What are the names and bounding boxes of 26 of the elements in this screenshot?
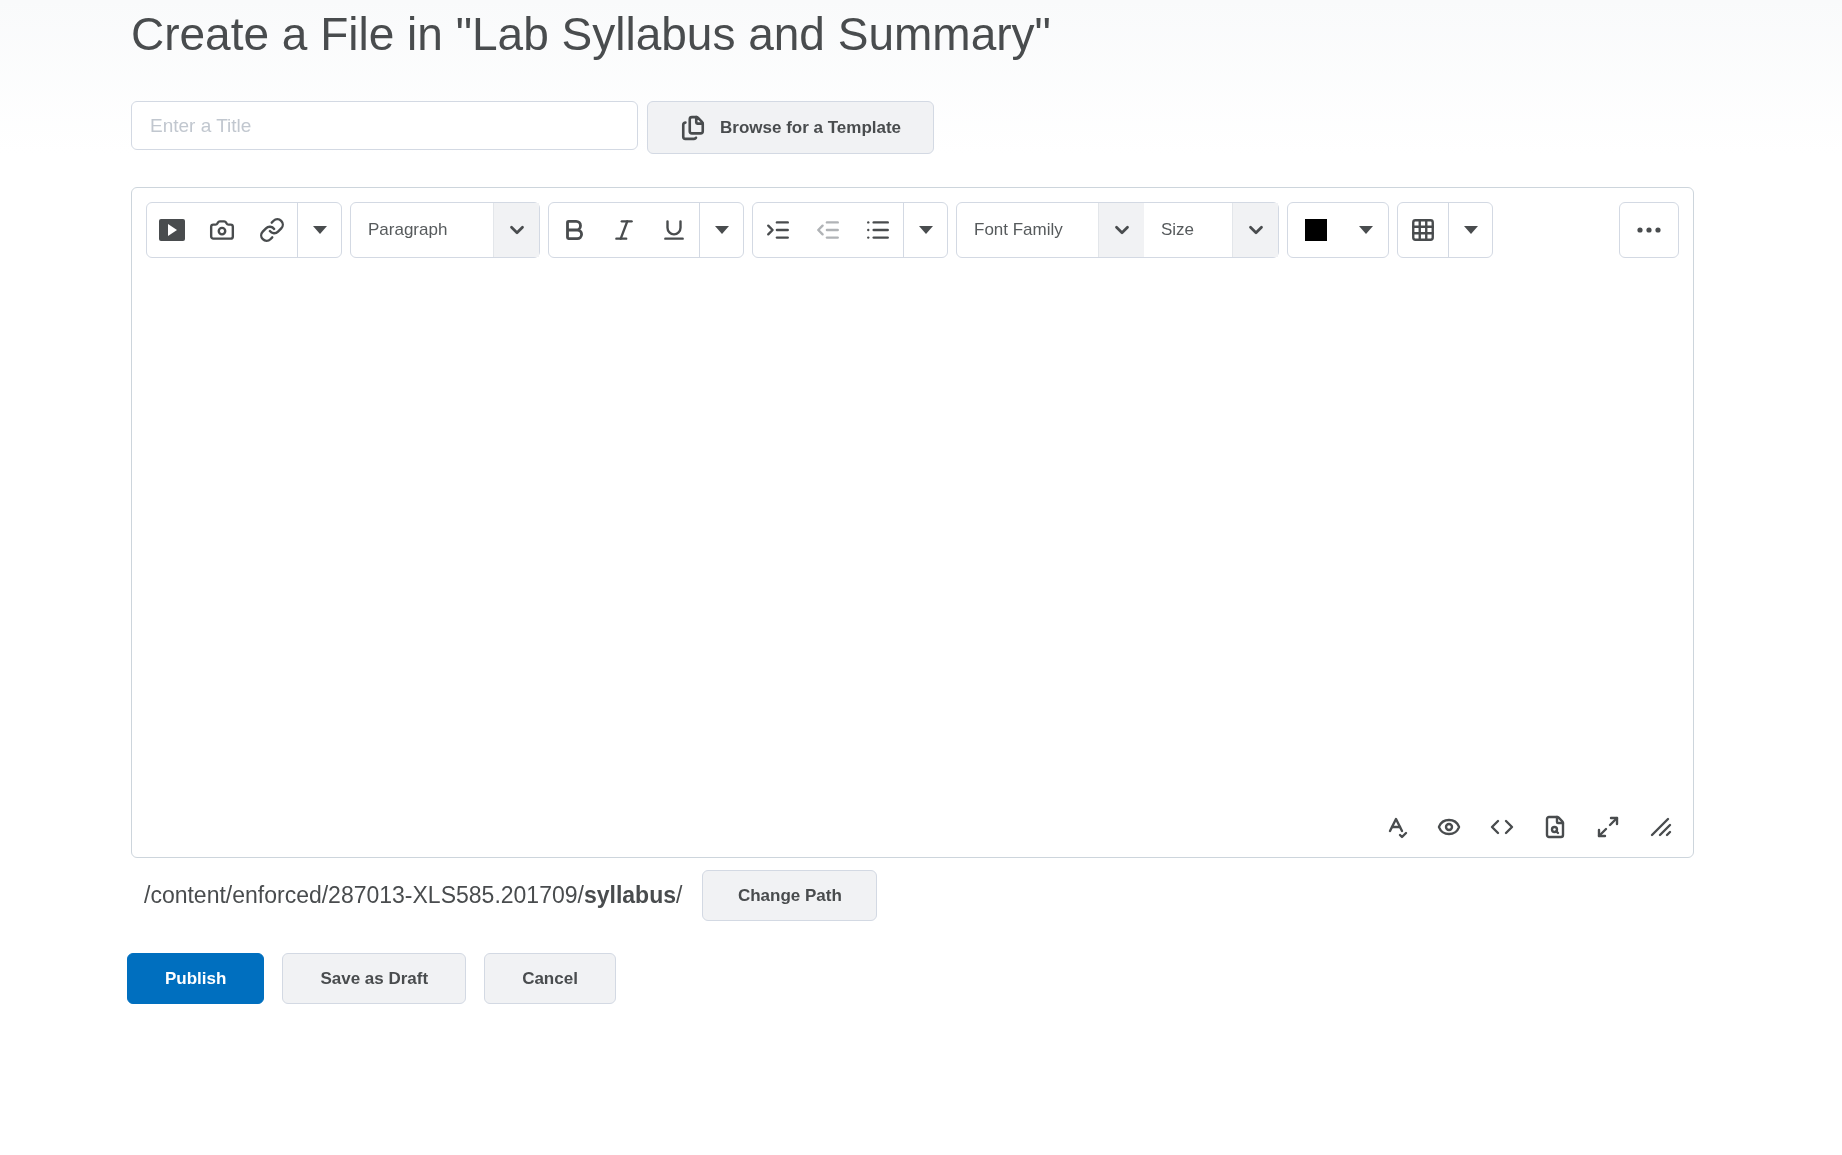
caret-icon (918, 226, 933, 234)
camera-icon (209, 217, 235, 243)
underline-icon (661, 217, 687, 243)
caret-icon (1463, 226, 1478, 234)
color-swatch-icon (1305, 219, 1327, 241)
action-button[interactable]: Save as Draft (282, 953, 467, 1004)
table-icon (1410, 217, 1436, 243)
action-button[interactable]: Publish (127, 953, 265, 1004)
page-heading: Create a File in "Lab Syllabus and Summary" (131, 7, 1051, 62)
title-input-field[interactable]: Enter a Title (131, 101, 638, 150)
resize-icon (1649, 816, 1672, 837)
size-select[interactable]: Size (1144, 203, 1278, 257)
caret-icon (714, 226, 729, 234)
font-family-select[interactable]: Font Family (957, 203, 1144, 257)
fullscreen-icon (1595, 814, 1620, 839)
format-select[interactable]: Paragraph (351, 203, 539, 257)
file-path: /content/enforced/287013-XLS585.201709/syllabus/ (144, 881, 683, 911)
document-icon (680, 114, 706, 141)
template-button[interactable]: Browse for a Template (647, 101, 935, 154)
change-path-button[interactable]: Change Path (702, 870, 878, 921)
caret-icon (312, 226, 327, 234)
caret-icon (1359, 226, 1373, 234)
more-icon (1637, 227, 1661, 233)
link-icon (259, 217, 285, 243)
video-icon (159, 219, 185, 241)
action-button[interactable]: Cancel (484, 953, 616, 1004)
